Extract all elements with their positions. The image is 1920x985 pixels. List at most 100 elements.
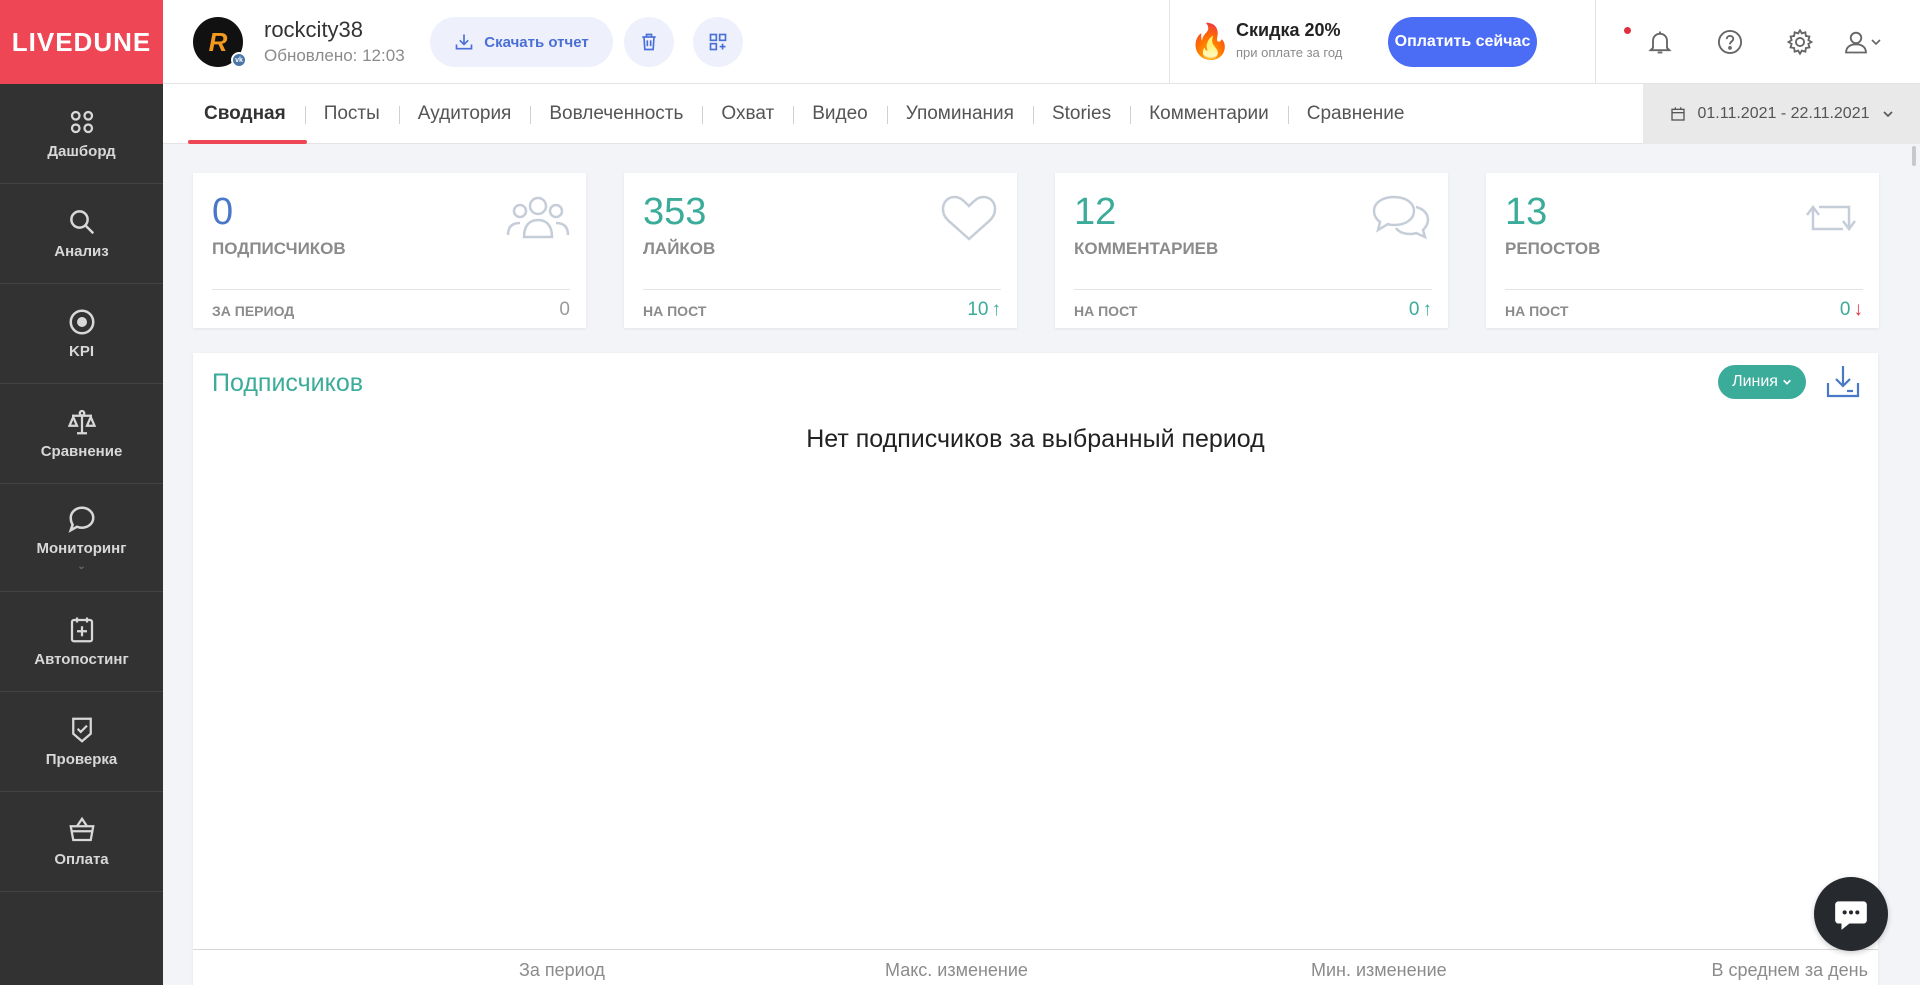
heart-icon — [937, 193, 1001, 243]
users-icon — [506, 193, 570, 243]
tab-comments[interactable]: Комментарии — [1130, 84, 1288, 144]
sidebar-item-label: Анализ — [54, 243, 109, 260]
stat-card-subscribers[interactable]: 0 ПОДПИСЧИКОВ ЗА ПЕРИОД 0 — [193, 173, 586, 328]
tab-compare[interactable]: Сравнение — [1287, 84, 1424, 144]
stat-value: 13 — [1505, 191, 1548, 233]
arrow-down-icon: ↓ — [1853, 299, 1864, 320]
user-icon — [1845, 31, 1867, 54]
grid-plus-icon — [709, 33, 727, 51]
stat-sub-label: НА ПОСТ — [1505, 303, 1569, 319]
tab-engagement[interactable]: Вовлеченность — [530, 84, 702, 144]
pay-now-button[interactable]: Оплатить сейчас — [1388, 17, 1537, 67]
user-menu-button[interactable] — [1837, 27, 1887, 57]
stat-card-likes[interactable]: 353 ЛАЙКОВ НА ПОСТ 10 ↑ — [624, 173, 1017, 328]
divider — [212, 289, 570, 290]
tab-audience[interactable]: Аудитория — [398, 84, 531, 144]
scales-icon — [67, 409, 96, 435]
download-report-button[interactable]: Скачать отчет — [430, 17, 613, 67]
tab-stories[interactable]: Stories — [1032, 84, 1130, 144]
bell-icon — [1648, 31, 1672, 54]
sidebar-item-autoposting[interactable]: Автопостинг — [0, 592, 163, 692]
footer-min-change-label: Мин. изменение — [1311, 960, 1447, 980]
tab-mentions[interactable]: Упоминания — [886, 84, 1033, 144]
promo-title: Скидка 20% — [1236, 20, 1341, 40]
calendar-icon — [1670, 107, 1685, 121]
account-name: rockcity38 — [264, 17, 364, 42]
sidebar-item-compare[interactable]: Сравнение — [0, 384, 163, 484]
search-icon — [69, 210, 94, 235]
stat-delta-value: 10 — [967, 299, 989, 320]
section-tabs: Сводная Посты Аудитория Вовлеченность Ох… — [163, 84, 1920, 144]
sidebar-item-label: KPI — [68, 343, 94, 360]
settings-button[interactable] — [1785, 27, 1815, 57]
chart-summary-footer: За период Макс. изменение Мин. изменение… — [193, 949, 1878, 985]
chevron-down-icon — [1783, 379, 1791, 385]
stat-delta: 0 ↓ — [1840, 299, 1863, 321]
chat-button[interactable] — [1814, 877, 1888, 951]
stat-label: КОММЕНТАРИЕВ — [1074, 239, 1219, 258]
divider — [1505, 289, 1863, 290]
tab-video[interactable]: Видео — [793, 84, 887, 144]
scrollbar[interactable] — [1912, 146, 1916, 166]
speech-bubble-icon — [68, 505, 95, 533]
top-bar: R vk rockcity38 Обновлено: 12:03 Скачать… — [163, 0, 1920, 84]
sidebar-item-dashboard[interactable]: Дашборд — [0, 84, 163, 184]
fire-icon: 🔥 — [1189, 23, 1232, 61]
sidebar-item-kpi[interactable]: KPI — [0, 284, 163, 384]
footer-daily-average-label: В среднем за день — [1711, 960, 1868, 980]
divider — [1074, 289, 1432, 290]
sidebar-item-check[interactable]: Проверка — [0, 692, 163, 792]
brand-logo[interactable]: LIVEDUNE — [0, 0, 163, 84]
stat-label: ПОДПИСЧИКОВ — [212, 239, 346, 258]
shield-check-icon — [71, 717, 92, 743]
delete-button[interactable] — [624, 17, 674, 67]
help-icon — [1717, 29, 1743, 55]
export-button[interactable] — [1824, 363, 1862, 401]
sidebar-item-monitoring[interactable]: Мониторинг ⌄ — [0, 484, 163, 592]
stat-card-comments[interactable]: 12 КОММЕНТАРИЕВ НА ПОСТ 0 ↑ — [1055, 173, 1448, 328]
stat-delta-value: 0 — [1839, 299, 1851, 320]
tab-reach[interactable]: Охват — [702, 84, 793, 144]
help-button[interactable] — [1715, 27, 1745, 57]
comments-icon — [1368, 193, 1432, 243]
sidebar-item-label: Дашборд — [47, 143, 116, 160]
tab-summary[interactable]: Сводная — [185, 84, 307, 144]
divider — [1595, 0, 1596, 84]
notifications-button[interactable] — [1645, 27, 1675, 57]
sidebar-item-label: Автопостинг — [34, 651, 129, 668]
chevron-down-icon[interactable]: ⌄ — [77, 561, 85, 572]
date-range-picker[interactable]: 01.11.2021 - 22.11.2021 — [1643, 84, 1920, 144]
footer-period-label: За период — [519, 960, 605, 980]
sidebar-item-label: Оплата — [54, 851, 109, 868]
stat-value: 12 — [1074, 191, 1117, 233]
vk-icon: vk — [231, 52, 247, 68]
stat-label: РЕПОСТОВ — [1505, 239, 1601, 258]
sidebar-item-payment[interactable]: Оплата — [0, 792, 163, 892]
updated-time: Обновлено: 12:03 — [264, 46, 405, 65]
arrow-up-icon: ↑ — [1422, 299, 1433, 320]
arrow-up-icon: ↑ — [991, 299, 1002, 320]
target-icon — [69, 309, 94, 335]
download-report-label: Скачать отчет — [484, 33, 589, 51]
sidebar-item-label: Сравнение — [40, 443, 123, 460]
empty-state-message: Нет подписчиков за выбранный период — [806, 425, 1265, 453]
stat-delta-value: 0 — [559, 299, 570, 320]
sidebar-item-analysis[interactable]: Анализ — [0, 184, 163, 284]
sidebar-item-label: Мониторинг — [36, 539, 127, 557]
subscribers-chart-panel: Подписчиков Линия Нет подписчиков за выб… — [193, 353, 1878, 985]
add-widget-button[interactable] — [693, 17, 743, 67]
trash-icon — [642, 33, 656, 51]
sidebar-item-label: Проверка — [45, 751, 118, 768]
download-tray-icon — [1826, 366, 1860, 398]
tab-posts[interactable]: Посты — [304, 84, 399, 144]
stat-delta: 0 — [559, 299, 570, 321]
download-icon — [455, 34, 473, 50]
notification-dot — [1624, 27, 1631, 34]
chart-type-label: Линия — [1732, 373, 1778, 390]
stat-label: ЛАЙКОВ — [643, 239, 716, 258]
stat-delta: 0 ↑ — [1409, 299, 1432, 321]
chart-type-dropdown[interactable]: Линия — [1718, 365, 1806, 399]
stat-card-reposts[interactable]: 13 РЕПОСТОВ НА ПОСТ 0 ↓ — [1486, 173, 1879, 328]
stat-value: 353 — [643, 191, 707, 233]
stat-delta-value: 0 — [1408, 299, 1420, 320]
